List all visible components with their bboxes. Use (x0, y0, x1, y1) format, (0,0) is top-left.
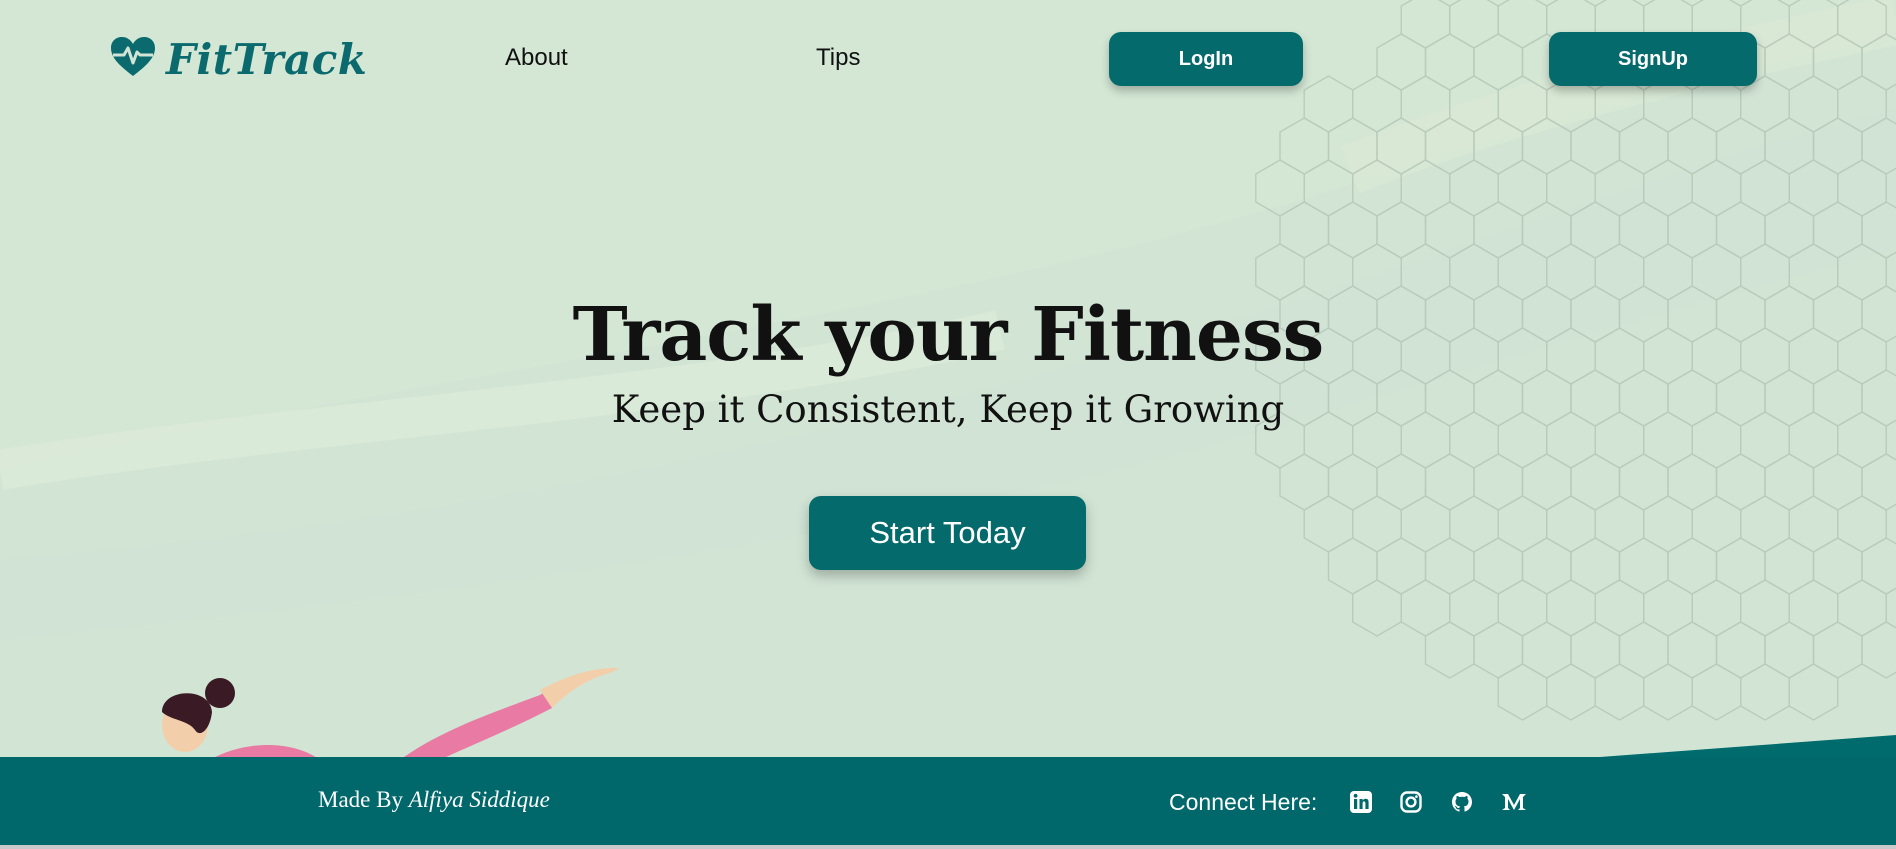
nav-tips[interactable]: Tips (816, 44, 860, 72)
made-by-prefix: Made By (318, 787, 403, 812)
brand-name: FitTrack (166, 34, 368, 84)
hero-title: Track your Fitness (572, 292, 1325, 378)
connect-label: Connect Here: (1169, 789, 1318, 815)
login-button[interactable]: LogIn (1109, 32, 1303, 86)
nav-about[interactable]: About (505, 44, 568, 72)
yoga-woman-illustration (162, 668, 620, 760)
start-today-button[interactable]: Start Today (809, 496, 1086, 570)
bottom-strip (0, 845, 1896, 849)
hero-subtitle: Keep it Consistent, Keep it Growing (611, 388, 1285, 431)
made-by-credit: Made By Alfiya Siddique (318, 787, 550, 813)
github-icon[interactable] (1449, 789, 1475, 815)
heart-pulse-icon (110, 36, 156, 83)
instagram-icon[interactable] (1398, 789, 1424, 815)
author-name: Alfiya Siddique (408, 787, 550, 812)
signup-button[interactable]: SignUp (1549, 32, 1757, 86)
linkedin-icon[interactable] (1348, 789, 1374, 815)
medium-icon[interactable] (1501, 789, 1527, 815)
footer: Made By Alfiya Siddique Connect Here: (0, 757, 1896, 845)
brand-logo[interactable]: FitTrack (110, 34, 367, 84)
